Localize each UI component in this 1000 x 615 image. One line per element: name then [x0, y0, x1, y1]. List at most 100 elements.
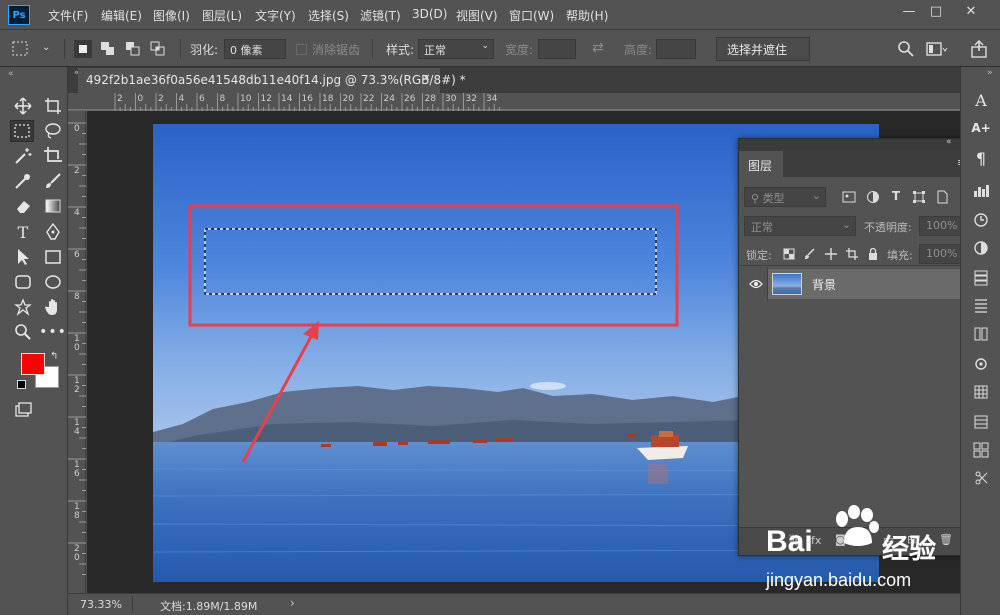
menu-image[interactable]: 图像(I): [153, 7, 190, 24]
menu-filter[interactable]: 滤镜(T): [360, 7, 401, 24]
menu-file[interactable]: 文件(F): [48, 7, 88, 24]
eraser-tool-icon[interactable]: [11, 195, 35, 217]
layer-row-background[interactable]: 背景: [768, 269, 984, 299]
pen-tool-icon[interactable]: [41, 221, 65, 243]
menu-help[interactable]: 帮助(H): [566, 7, 608, 24]
style-select[interactable]: 正常 ⌄: [418, 39, 494, 59]
ruler-h-label: 2: [158, 94, 164, 104]
layer-name: 背景: [812, 278, 837, 292]
navigator-icon[interactable]: [969, 467, 993, 489]
hand-tool-icon[interactable]: [41, 296, 65, 318]
properties-panel-icon[interactable]: [969, 295, 993, 317]
ruler-h-label: 28: [424, 94, 436, 104]
intersect-selection-icon[interactable]: [149, 40, 167, 58]
expand-dock-icon[interactable]: »: [987, 68, 993, 78]
lock-transparent-icon[interactable]: [781, 246, 797, 262]
path-selection-icon[interactable]: [11, 246, 35, 268]
add-selection-icon[interactable]: [99, 40, 117, 58]
lasso-tool-icon[interactable]: [41, 120, 65, 142]
default-colors-icon[interactable]: [17, 380, 26, 389]
subtract-selection-icon[interactable]: [124, 40, 142, 58]
menu-window[interactable]: 窗口(W): [509, 7, 554, 24]
visibility-eye-icon[interactable]: [748, 276, 764, 292]
move-tool-icon[interactable]: [11, 95, 35, 117]
new-selection-icon[interactable]: [74, 40, 92, 58]
rounded-rect-icon[interactable]: [11, 271, 35, 293]
lock-position-icon[interactable]: [823, 246, 839, 262]
feather-label: 羽化:: [190, 43, 219, 57]
menu-layer[interactable]: 图层(L): [202, 7, 242, 24]
lock-all-icon[interactable]: [865, 246, 881, 262]
close-tab-icon[interactable]: ✕: [422, 73, 430, 84]
menu-3d[interactable]: 3D(D): [412, 7, 447, 21]
collapse-icon[interactable]: «: [8, 69, 14, 79]
history-panel-icon[interactable]: [969, 209, 993, 231]
rectangle-tool-icon[interactable]: [41, 246, 65, 268]
menu-select[interactable]: 选择(S): [308, 7, 349, 24]
type-filter-icon[interactable]: T: [888, 188, 904, 204]
crop-tool-icon[interactable]: [41, 145, 65, 167]
paragraph-panel-icon[interactable]: ¶: [969, 147, 993, 169]
layers-tab[interactable]: 图层: [739, 151, 783, 177]
blend-mode-value: 正常: [751, 221, 773, 234]
character-panel-icon[interactable]: A: [969, 89, 993, 111]
ellipse-tool-icon[interactable]: [41, 271, 65, 293]
swap-icon[interactable]: ⇄: [592, 40, 604, 56]
ruler-h-label: 30: [445, 94, 457, 104]
adjustment-filter-icon[interactable]: [865, 189, 881, 205]
glyphs-panel-icon[interactable]: A+: [969, 117, 993, 139]
foreground-color-swatch[interactable]: [21, 353, 45, 375]
width-input[interactable]: [538, 39, 576, 59]
quick-mask-icon[interactable]: [11, 399, 35, 421]
menu-type[interactable]: 文字(Y): [255, 7, 296, 24]
search-icon[interactable]: [897, 40, 915, 61]
chevron-down-icon[interactable]: ⌄: [42, 42, 50, 53]
custom-shape-icon[interactable]: [11, 296, 35, 318]
watermark-brand: Bai: [766, 525, 813, 558]
marquee-preset-icon[interactable]: [10, 39, 32, 59]
style-label: 样式:: [386, 43, 415, 57]
libraries-icon[interactable]: [969, 323, 993, 345]
close-icon[interactable]: ✕: [955, 0, 987, 22]
document-tab[interactable]: 492f2b1ae36f0a56e41548db11e40f14.jpg @ 7…: [78, 68, 466, 93]
type-tool-icon[interactable]: T: [11, 221, 35, 243]
pixel-filter-icon[interactable]: [841, 189, 857, 205]
channels-panel-icon[interactable]: [969, 267, 993, 289]
blend-mode-select[interactable]: 正常 ⌄: [744, 216, 856, 236]
magic-wand-icon[interactable]: [11, 145, 35, 167]
zoom-tool-icon[interactable]: [11, 321, 35, 343]
height-input[interactable]: [656, 39, 696, 59]
histogram-icon[interactable]: [969, 179, 993, 201]
adjustments-panel-icon[interactable]: [969, 237, 993, 259]
zoom-level[interactable]: 73.33%: [80, 598, 122, 611]
shape-filter-icon[interactable]: [911, 189, 927, 205]
swap-colors-icon[interactable]: ↰: [50, 351, 58, 362]
feather-input[interactable]: 0 像素: [224, 39, 286, 59]
layer-comps-icon[interactable]: [969, 381, 993, 403]
lock-artboard-icon[interactable]: [844, 246, 860, 262]
smart-object-filter-icon[interactable]: [934, 189, 950, 205]
status-menu-arrow-icon[interactable]: ›: [290, 596, 295, 610]
gradient-tool-icon[interactable]: [41, 195, 65, 217]
share-icon[interactable]: [970, 40, 988, 61]
antialias-checkbox[interactable]: [296, 44, 307, 55]
select-and-mask-button[interactable]: 选择并遮住 ...: [716, 37, 810, 72]
artboard-tool-icon[interactable]: [41, 95, 65, 117]
info-panel-icon[interactable]: [969, 411, 993, 433]
watermark-brand-suffix: 经验: [882, 534, 936, 565]
paths-panel-icon[interactable]: [969, 353, 993, 375]
menu-view[interactable]: 视图(V): [456, 7, 498, 24]
filter-kind-select[interactable]: ⚲ 类型 ⌄: [744, 187, 826, 207]
collapse-icon[interactable]: «: [946, 137, 952, 147]
styles-panel-icon[interactable]: [969, 439, 993, 461]
lock-pixels-icon[interactable]: [802, 246, 818, 262]
more-tools-icon[interactable]: •••: [39, 321, 66, 343]
width-label: 宽度:: [505, 43, 534, 57]
maximize-icon[interactable]: □: [920, 0, 952, 22]
eyedropper-icon[interactable]: [11, 170, 35, 192]
menu-edit[interactable]: 编辑(E): [101, 7, 142, 24]
ruler-v-label: 0: [74, 124, 80, 134]
marquee-tool-icon[interactable]: [10, 120, 34, 142]
workspace-icon[interactable]: [926, 40, 948, 61]
brush-tool-icon[interactable]: [41, 170, 65, 192]
